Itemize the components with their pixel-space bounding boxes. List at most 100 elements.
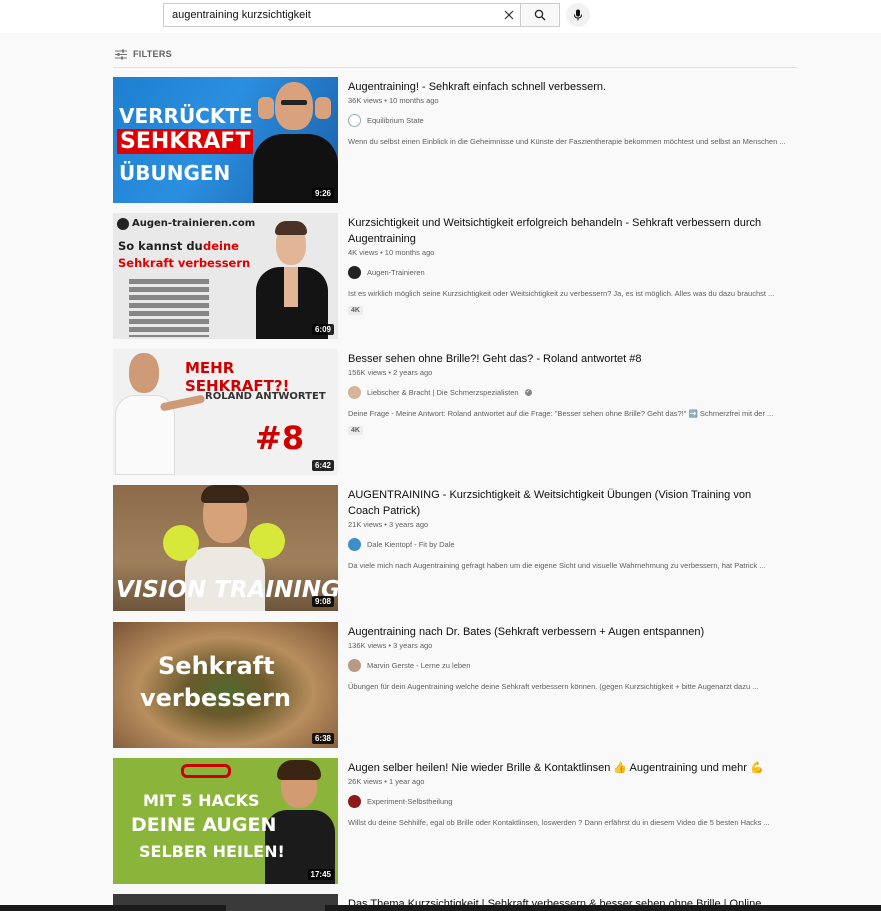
thumbnail-text-line: Augen-trainieren.com (132, 218, 256, 229)
channel-name[interactable]: Augen-Trainieren (367, 268, 425, 277)
video-description: Wenn du selbst einen Einblick in die Geh… (348, 137, 786, 146)
video-thumbnail[interactable]: VISION TRAINING 9:08 (113, 485, 338, 611)
video-info: Augentraining nach Dr. Bates (Sehkraft v… (348, 624, 768, 691)
video-thumbnail[interactable]: MEHR SEHKRAFT?! ROLAND ANTWORTET #8 6:42 (113, 349, 338, 475)
person-illustration (115, 351, 206, 475)
video-description: Da viele mich nach Augentraining gefragt… (348, 561, 766, 570)
thumbnail-text-line: So kannst du (118, 239, 203, 253)
thumbnail-text-line: VERRÜCKTE (119, 104, 253, 128)
video-meta: 21K views • 3 years ago (348, 520, 429, 529)
microphone-icon (574, 9, 582, 21)
video-result[interactable]: MEHR SEHKRAFT?! ROLAND ANTWORTET #8 6:42… (113, 349, 797, 475)
video-info: Besser sehen ohne Brille?! Geht das? - R… (348, 351, 773, 437)
search-input[interactable]: augentraining kurzsichtigkeit (163, 3, 520, 27)
video-duration: 6:38 (311, 733, 334, 744)
thumbnail-text-line: DEINE AUGEN (131, 814, 277, 836)
channel-avatar[interactable] (348, 659, 361, 672)
channel-name[interactable]: Liebscher & Bracht | Die Schmerzspeziali… (367, 388, 519, 397)
channel-name[interactable]: Experiment-Selbstheilung (367, 797, 452, 806)
video-thumbnail[interactable]: MIT 5 HACKS DEINE AUGEN SELBER HEILEN! 1… (113, 758, 338, 884)
video-description: Übungen für dein Augentraining welche de… (348, 682, 759, 691)
thumbnail-text-line: ÜBUNGEN (119, 161, 231, 185)
thumbnail-text-line: verbessern (140, 684, 291, 712)
video-meta: 136K views • 3 years ago (348, 641, 433, 650)
quality-badge: 4K (348, 426, 363, 435)
channel-name[interactable]: Equilibrium State (367, 116, 424, 125)
thumbnail-text-line: SEHKRAFT (117, 129, 254, 154)
video-meta: 26K views • 1 year ago (348, 777, 425, 786)
verified-icon: ✓ (524, 389, 532, 396)
channel-avatar[interactable] (348, 114, 361, 127)
video-title[interactable]: Besser sehen ohne Brille?! Geht das? - R… (348, 351, 768, 367)
video-description: Ist es wirklich möglich seine Kurzsichti… (348, 289, 775, 298)
video-info: Kurzsichtigkeit und Weitsichtigkeit erfo… (348, 215, 774, 317)
channel-row[interactable]: Dale Kientopf - Fit by Dale (348, 538, 768, 551)
video-duration: 6:09 (311, 324, 334, 335)
tennis-ball (163, 525, 199, 561)
voice-search-button[interactable] (566, 3, 590, 27)
person-illustration (253, 82, 338, 203)
thumbnail-text-line: Sehkraft verbessern (118, 256, 251, 270)
video-result[interactable]: MIT 5 HACKS DEINE AUGEN SELBER HEILEN! 1… (113, 758, 797, 884)
channel-avatar[interactable] (348, 266, 361, 279)
thumbnail-text-line: deine (203, 239, 239, 253)
channel-name[interactable]: Marvin Gerste - Lerne zu leben (367, 661, 470, 670)
video-duration: 9:08 (311, 596, 334, 607)
thumbnail-text-line: Sehkraft (158, 652, 275, 680)
search-icon (534, 9, 546, 21)
channel-row[interactable]: Liebscher & Bracht | Die Schmerzspeziali… (348, 386, 768, 399)
video-result[interactable]: VERRÜCKTE SEHKRAFT ÜBUNGEN 9:26 Augentra… (113, 77, 797, 203)
channel-row[interactable]: Augen-Trainieren (348, 266, 768, 279)
filter-sliders-icon (115, 49, 127, 59)
video-title[interactable]: AUGENTRAINING - Kurzsichtigkeit & Weitsi… (348, 487, 768, 519)
video-duration: 6:42 (311, 460, 334, 471)
video-description: Deine Frage - Meine Antwort: Roland antw… (348, 409, 774, 418)
globe-icon (117, 218, 129, 230)
horizontal-scrollbar[interactable] (0, 905, 881, 911)
video-duration: 17:45 (307, 869, 334, 880)
thumbnail-text-line: SELBER HEILEN! (139, 842, 285, 861)
channel-avatar[interactable] (348, 386, 361, 399)
channel-row[interactable]: Marvin Gerste - Lerne zu leben (348, 659, 768, 672)
video-result[interactable]: Augen-trainieren.com So kannst du deine … (113, 213, 797, 339)
video-title[interactable]: Augen selber heilen! Nie wieder Brille &… (348, 760, 768, 776)
thumbnail-text-line: MEHR SEHKRAFT?! (185, 359, 290, 395)
video-description: Willst du deine Sehhilfe, egal ob Brille… (348, 818, 770, 827)
video-info: AUGENTRAINING - Kurzsichtigkeit & Weitsi… (348, 487, 768, 570)
video-meta: 156K views • 2 years ago (348, 368, 433, 377)
video-thumbnail[interactable]: Augen-trainieren.com So kannst du deine … (113, 213, 338, 339)
video-duration: 9:26 (311, 188, 334, 199)
filters-button[interactable]: FILTERS (115, 47, 172, 61)
search-button[interactable] (520, 3, 560, 27)
video-thumbnail[interactable]: Sehkraft verbessern 6:38 (113, 622, 338, 748)
video-title[interactable]: Augentraining! - Sehkraft einfach schnel… (348, 79, 768, 95)
thumbnail-text-line: #8 (255, 419, 305, 457)
masthead: augentraining kurzsichtigkeit (0, 0, 881, 33)
tennis-ball (249, 523, 285, 559)
eye-chart (129, 279, 209, 337)
channel-row[interactable]: Experiment-Selbstheilung (348, 795, 768, 808)
video-info: Augen selber heilen! Nie wieder Brille &… (348, 760, 770, 827)
video-meta: 36K views • 10 months ago (348, 96, 439, 105)
divider (113, 67, 797, 68)
video-title[interactable]: Augentraining nach Dr. Bates (Sehkraft v… (348, 624, 768, 640)
person-illustration (248, 221, 338, 339)
filters-label: FILTERS (133, 49, 172, 59)
video-thumbnail[interactable]: VERRÜCKTE SEHKRAFT ÜBUNGEN 9:26 (113, 77, 338, 203)
scrollbar-thumb[interactable] (226, 905, 325, 911)
glasses-icon (181, 764, 231, 778)
channel-name[interactable]: Dale Kientopf - Fit by Dale (367, 540, 455, 549)
channel-avatar[interactable] (348, 538, 361, 551)
quality-badge: 4K (348, 306, 363, 315)
clear-search-button[interactable] (498, 4, 520, 26)
video-title[interactable]: Kurzsichtigkeit und Weitsichtigkeit erfo… (348, 215, 768, 247)
close-icon (504, 10, 514, 20)
thumbnail-text-line: ROLAND ANTWORTET (205, 391, 326, 402)
video-result[interactable]: Sehkraft verbessern 6:38 Augentraining n… (113, 622, 797, 748)
channel-avatar[interactable] (348, 795, 361, 808)
channel-row[interactable]: Equilibrium State (348, 114, 768, 127)
video-meta: 4K views • 10 months ago (348, 248, 435, 257)
video-info: Augentraining! - Sehkraft einfach schnel… (348, 79, 786, 146)
thumbnail-text-line: VISION TRAINING (116, 577, 338, 603)
video-result[interactable]: VISION TRAINING 9:08 AUGENTRAINING - Kur… (113, 485, 797, 611)
